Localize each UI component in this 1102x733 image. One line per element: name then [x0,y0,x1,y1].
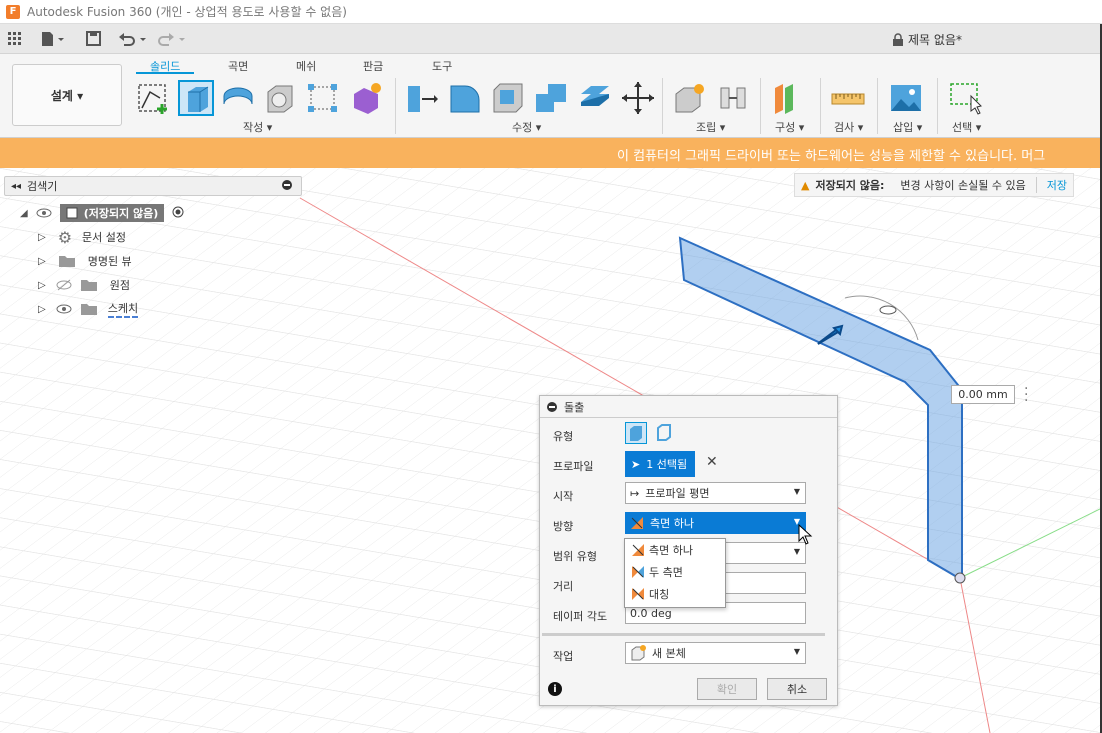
manipulator-handle-icon[interactable] [879,305,897,315]
browser-item-sketches[interactable]: ▷ 스케치 [38,300,139,318]
expand-triangle-icon[interactable]: ▷ [38,304,46,315]
type-thin-icon[interactable] [654,422,676,444]
info-icon[interactable]: i [548,682,562,696]
save-link[interactable]: 저장 [1035,177,1067,193]
ok-button[interactable]: 확인 [697,678,757,700]
distance-label: 거리 [553,580,574,593]
activate-radio-icon[interactable] [172,206,184,221]
chevron-down-icon: ▼ [793,547,800,556]
warning-icon: ▲ [801,178,810,192]
direction-select[interactable]: 측면 하나 ▼ [625,512,806,534]
eye-hidden-icon[interactable] [56,278,72,292]
browser-item-named-views[interactable]: ▷ 명명된 뷰 [38,252,132,270]
mouse-cursor-icon [798,524,813,545]
browser-root-item[interactable]: ◢ (저장되지 않음) [20,204,184,222]
component-icon [66,207,78,219]
folder-icon [80,304,97,315]
eye-icon[interactable] [36,206,52,220]
browser-item-origin[interactable]: ▷ 원점 [38,276,130,294]
direction-dropdown: 측면 하나 두 측면 대칭 [624,538,726,608]
direction-option-one-side[interactable]: 측면 하나 [625,539,725,561]
profile-selection-button[interactable]: ➤ 1 선택됨 [625,451,695,477]
collapse-dialog-icon[interactable] [546,401,558,413]
folder-icon [80,280,97,291]
cursor-icon: ➤ [631,457,641,471]
one-side-icon [631,517,643,529]
chevron-down-icon: ▼ [793,647,800,656]
type-label: 유형 [553,430,574,443]
expand-triangle-icon[interactable]: ▷ [38,256,46,267]
direction-option-two-sides[interactable]: 두 측면 [625,561,725,583]
extrude-dialog-header: 돌출 [540,396,837,418]
type-solid-icon[interactable] [625,422,647,444]
start-select[interactable]: ↦ 프로파일 평면 ▼ [625,482,806,504]
profile-plane-icon: ↦ [630,486,640,500]
extent-type-label: 범위 유형 [553,550,597,563]
section-divider [542,633,825,636]
more-options-icon[interactable]: · · · [1024,382,1028,408]
browser-item-document-settings[interactable]: ▷ ⚙ 문서 설정 [38,227,126,247]
start-label: 시작 [553,490,574,503]
direction-option-symmetric[interactable]: 대칭 [625,583,725,605]
eye-icon[interactable] [56,302,72,316]
browser-panel-header: ◂◂ 검색기 [4,176,302,196]
folder-icon [58,256,75,267]
expand-triangle-icon[interactable]: ▷ [38,280,46,291]
gear-icon: ⚙ [57,227,73,247]
collapse-panel-icon[interactable]: ◂◂ [11,181,21,192]
operation-select[interactable]: 새 본체 ▼ [625,642,806,664]
expand-triangle-icon[interactable]: ▷ [38,232,46,243]
collapse-triangle-icon[interactable]: ◢ [20,208,28,219]
new-body-icon [631,645,646,661]
unsaved-notice: ▲ 저장되지 않음: 변경 사항이 손실될 수 있음 저장 [794,173,1074,197]
chevron-down-icon: ▼ [793,487,800,496]
direction-label: 방향 [553,520,574,533]
symmetric-icon [632,588,644,600]
root-component-label: (저장되지 않음) [59,204,165,222]
minimize-panel-icon[interactable] [281,179,293,194]
one-side-icon [632,544,644,556]
clear-selection-icon[interactable]: ✕ [706,454,718,470]
profile-label: 프로파일 [553,460,594,473]
distance-dimension-input[interactable]: 0.00 mm [951,385,1015,404]
cancel-button[interactable]: 취소 [767,678,827,700]
two-sides-icon [632,566,644,578]
operation-label: 작업 [553,650,574,663]
taper-angle-label: 테이퍼 각도 [553,610,608,623]
